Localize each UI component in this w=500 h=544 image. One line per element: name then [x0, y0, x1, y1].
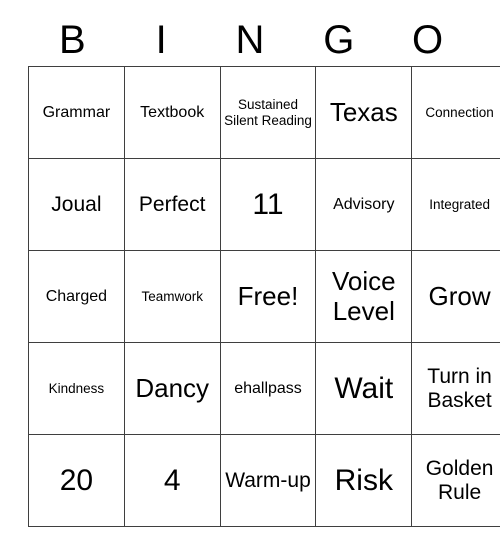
bingo-row: Charged Teamwork Free! Voice Level Grow	[28, 250, 500, 343]
bingo-cell[interactable]: 4	[123, 434, 221, 527]
bingo-cell[interactable]: Integrated	[411, 158, 500, 251]
bingo-card: B I N G O Grammar Textbook Sustained Sil…	[28, 14, 500, 527]
bingo-cell[interactable]: Turn in Basket	[411, 342, 500, 435]
header-letter-b: B	[59, 18, 86, 62]
bingo-grid: Grammar Textbook Sustained Silent Readin…	[28, 66, 500, 527]
bingo-header-row: B I N G O	[28, 14, 472, 66]
bingo-cell[interactable]: Joual	[28, 158, 125, 251]
bingo-cell[interactable]: Connection	[411, 66, 500, 159]
bingo-cell[interactable]: Kindness	[28, 342, 125, 435]
bingo-cell[interactable]: Textbook	[123, 66, 221, 159]
bingo-cell[interactable]: Grow	[411, 250, 500, 343]
bingo-cell[interactable]: Golden Rule	[411, 434, 500, 527]
bingo-cell[interactable]: Warm-up	[219, 434, 317, 527]
bingo-cell[interactable]: 11	[219, 158, 317, 251]
bingo-cell-free[interactable]: Free!	[219, 250, 317, 343]
bingo-row: Joual Perfect 11 Advisory Integrated	[28, 158, 500, 251]
bingo-cell[interactable]: Risk	[315, 434, 413, 527]
bingo-cell[interactable]: Wait	[315, 342, 413, 435]
header-letter-n: N	[235, 18, 265, 62]
header-letter-i: I	[155, 18, 167, 62]
bingo-cell[interactable]: Charged	[28, 250, 125, 343]
bingo-cell[interactable]: Voice Level	[315, 250, 413, 343]
bingo-cell[interactable]: Teamwork	[123, 250, 221, 343]
bingo-row: 20 4 Warm-up Risk Golden Rule	[28, 434, 500, 527]
bingo-cell[interactable]: Sustained Silent Reading	[219, 66, 317, 159]
bingo-cell[interactable]: Perfect	[123, 158, 221, 251]
header-letter-g: G	[323, 18, 355, 62]
header-letter-o: O	[412, 18, 444, 62]
bingo-cell[interactable]: ehallpass	[219, 342, 317, 435]
bingo-cell[interactable]: Dancy	[123, 342, 221, 435]
bingo-cell[interactable]: Texas	[315, 66, 413, 159]
bingo-cell[interactable]: Advisory	[315, 158, 413, 251]
bingo-cell[interactable]: Grammar	[28, 66, 125, 159]
bingo-row: Grammar Textbook Sustained Silent Readin…	[28, 66, 500, 159]
bingo-cell[interactable]: 20	[28, 434, 125, 527]
bingo-row: Kindness Dancy ehallpass Wait Turn in Ba…	[28, 342, 500, 435]
